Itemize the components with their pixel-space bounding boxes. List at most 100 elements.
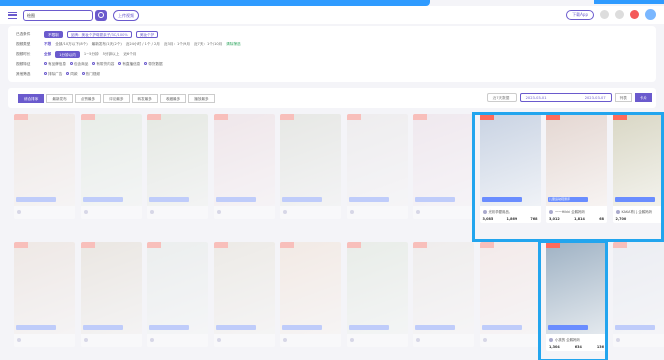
video-author[interactable] [416, 208, 471, 215]
video-author[interactable] [17, 336, 72, 343]
download-app-button[interactable]: 下载App [566, 9, 594, 20]
avatar[interactable] [645, 9, 656, 20]
video-author[interactable] [216, 208, 272, 215]
video-thumbnail[interactable] [413, 114, 474, 206]
video-thumbnail[interactable] [80, 242, 142, 334]
video-author[interactable] [83, 208, 139, 215]
video-thumbnail[interactable] [14, 114, 75, 206]
help-icon[interactable] [600, 10, 609, 19]
video-card[interactable] [147, 242, 208, 347]
video-thumbnail[interactable] [346, 114, 408, 206]
video-author[interactable] [216, 336, 272, 343]
filter-option[interactable]: 最新发布/1天(2个) [92, 42, 122, 47]
video-thumbnail[interactable] [479, 114, 541, 206]
video-author[interactable] [416, 336, 471, 343]
video-card[interactable] [280, 114, 341, 219]
filter-checkbox[interactable]: 有直播信息 [118, 61, 140, 67]
video-card[interactable] [280, 242, 341, 347]
video-thumbnail[interactable] [280, 242, 341, 334]
video-card[interactable] [80, 114, 142, 219]
filter-option[interactable]: 1~5分钟 [84, 52, 99, 57]
video-author[interactable] [283, 336, 338, 343]
filter-chip[interactable]: 品牌：美妆个护母婴亲子/3C/100% [66, 30, 132, 38]
video-thumbnail[interactable] [280, 114, 341, 206]
new-badge-icon[interactable] [630, 10, 639, 19]
video-author[interactable] [349, 208, 405, 215]
period-select[interactable]: 近7天数据 [486, 93, 517, 102]
filter-option[interactable]: 近6个月 [123, 52, 136, 57]
notification-icon[interactable] [615, 10, 624, 19]
video-author[interactable] [283, 208, 338, 215]
video-thumbnail[interactable] [213, 242, 275, 334]
video-card[interactable]: 小孩的 企鹅妈妈 1,304 634 136 [546, 242, 607, 351]
sort-tab[interactable]: 点赞最多 [74, 93, 102, 103]
filter-option[interactable]: 近3月：1个/9月 [164, 42, 190, 47]
search-button[interactable] [95, 9, 107, 21]
filter-option[interactable]: 近7天：1个/10月 [194, 42, 222, 47]
video-author[interactable] [150, 336, 205, 343]
search-input[interactable]: 绘图 [23, 9, 93, 21]
menu-icon[interactable] [8, 11, 17, 19]
video-thumbnail[interactable] [612, 242, 664, 334]
filter-checkbox[interactable]: 带货数据 [144, 61, 163, 67]
video-card[interactable] [80, 242, 142, 347]
video-card[interactable] [346, 114, 408, 219]
filter-checkbox[interactable]: 有品牌信息 [44, 61, 66, 67]
video-author[interactable] [615, 336, 664, 343]
video-thumbnail[interactable] [147, 242, 208, 334]
video-thumbnail[interactable] [14, 242, 75, 334]
video-card[interactable] [213, 114, 275, 219]
video-author[interactable] [83, 336, 139, 343]
video-author[interactable] [349, 336, 405, 343]
sort-tab[interactable]: 播放最多 [188, 93, 215, 103]
video-thumbnail[interactable] [612, 114, 664, 206]
filter-chip[interactable]: 1分钟以内 [55, 50, 80, 58]
filter-checkbox[interactable]: 有带货内容 [92, 61, 114, 67]
filter-checkbox[interactable]: 包含商品 [69, 61, 88, 67]
filter-checkbox[interactable]: 排除广告 [44, 71, 62, 77]
filter-option[interactable]: 近24小时 / 1个 / 2月 [126, 42, 160, 47]
upload-video-button[interactable]: 上传视频 [113, 9, 139, 21]
clear-filter-link[interactable]: 清除筛选 [226, 42, 240, 47]
filter-option[interactable]: 不限 [44, 42, 51, 47]
video-thumbnail[interactable] [147, 114, 208, 206]
date-range-picker[interactable]: 2023-03-01 2023-03-07 [519, 93, 612, 102]
video-card[interactable] [14, 114, 75, 219]
video-card[interactable] [413, 242, 474, 347]
filter-option[interactable]: 全部/10万以下(8个) [55, 42, 87, 47]
video-card[interactable]: 光彩孕婴用品， 3,085 1,869 768 [479, 114, 541, 223]
video-thumbnail[interactable]: 儿童运动鞋测评 [546, 114, 607, 206]
video-author[interactable] [482, 336, 538, 343]
video-card[interactable]: 儿童运动鞋测评 一一Hikki 企鹅妈妈 3,012 1,814 68 [546, 114, 607, 223]
filter-chip[interactable]: 美妆个护 [135, 30, 159, 38]
video-thumbnail[interactable] [479, 242, 541, 334]
video-card[interactable]: KAKA育儿 企鹅妈妈 2,700 [612, 114, 664, 223]
view-list-toggle[interactable]: 列表 [614, 93, 632, 102]
video-author[interactable]: KAKA育儿 企鹅妈妈 [615, 208, 664, 215]
sort-tab[interactable]: 最新发布 [46, 93, 73, 103]
video-author[interactable]: 光彩孕婴用品， [482, 208, 538, 215]
filter-chip[interactable]: 不限制 [44, 30, 63, 38]
video-card[interactable] [479, 242, 541, 347]
video-author[interactable] [150, 208, 205, 215]
view-card-toggle[interactable]: 卡片 [634, 93, 652, 102]
video-author[interactable]: 一一Hikki 企鹅妈妈 [549, 208, 604, 215]
video-thumbnail[interactable] [80, 114, 142, 206]
filter-option[interactable]: 5分钟以上 [103, 52, 120, 57]
filter-checkbox[interactable]: 同款 [66, 71, 78, 77]
video-thumbnail[interactable] [346, 242, 408, 334]
sort-tab[interactable]: 收藏最多 [159, 93, 187, 103]
video-card[interactable] [14, 242, 75, 347]
filter-option[interactable]: 全部 [44, 52, 51, 57]
video-card[interactable] [413, 114, 474, 219]
video-thumbnail[interactable] [413, 242, 474, 334]
video-card[interactable] [612, 242, 664, 347]
video-card[interactable] [147, 114, 208, 219]
sort-tab[interactable]: 转发最多 [131, 93, 158, 103]
video-author[interactable] [17, 208, 72, 215]
video-card[interactable] [346, 242, 408, 347]
video-card[interactable] [213, 242, 275, 347]
video-thumbnail[interactable] [546, 242, 607, 334]
sort-tab[interactable]: 综合排序 [18, 93, 45, 103]
video-thumbnail[interactable] [213, 114, 275, 206]
